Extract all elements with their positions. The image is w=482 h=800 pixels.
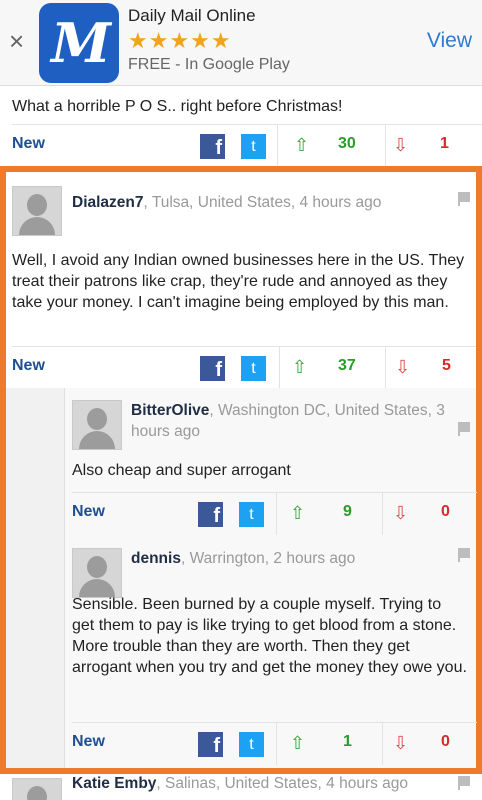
star-rating: ★★★★★: [128, 28, 232, 53]
username[interactable]: Dialazen7: [72, 194, 144, 211]
username[interactable]: dennis: [131, 550, 181, 567]
app-name: Daily Mail Online: [128, 6, 256, 25]
username[interactable]: BitterOlive: [131, 402, 209, 419]
downvote-count: 0: [441, 503, 450, 520]
twitter-icon[interactable]: t: [239, 502, 264, 527]
comment-text: What a horrible P O S.. right before Chr…: [12, 98, 343, 115]
downvote-icon[interactable]: ⇩: [395, 357, 410, 377]
comment-location-time: , Warrington, 2 hours ago: [180, 550, 356, 567]
replies-container: BitterOlive, Washington DC, United State…: [6, 388, 477, 768]
comment-location-time: , Tulsa, United States, 4 hours ago: [143, 194, 382, 211]
comment-meta: Dialazen7, Tulsa, United States, 4 hours…: [72, 192, 452, 213]
twitter-icon[interactable]: t: [241, 356, 266, 381]
app-logo: M: [39, 3, 119, 83]
comment-text: Also cheap and super arrogant: [72, 462, 291, 479]
divider: [382, 723, 383, 765]
app-logo-letter: M: [51, 11, 111, 75]
view-button[interactable]: View: [427, 29, 472, 53]
avatar: [12, 778, 62, 800]
facebook-icon[interactable]: f: [200, 134, 225, 159]
flag-icon[interactable]: [458, 192, 470, 206]
upvote-icon[interactable]: ⇧: [290, 733, 305, 753]
facebook-icon[interactable]: f: [198, 732, 223, 757]
comment-action-bar: New f t ⇧ 1 ⇩ 0: [72, 722, 477, 765]
next-comment: Katie Emby, Salinas, United States, 4 ho…: [0, 774, 482, 800]
new-button[interactable]: New: [72, 503, 105, 521]
upvote-count: 37: [338, 357, 356, 374]
comment-meta: BitterOlive, Washington DC, United State…: [131, 400, 451, 442]
upvote-icon[interactable]: ⇧: [292, 357, 307, 377]
comment-text: Sensible. Been burned by a couple myself…: [72, 596, 467, 676]
avatar: [72, 400, 122, 450]
highlighted-thread: Dialazen7, Tulsa, United States, 4 hours…: [0, 166, 482, 774]
close-icon[interactable]: ×: [9, 28, 24, 54]
divider: [277, 125, 278, 167]
comment-location-time: , Salinas, United States, 4 hours ago: [156, 775, 409, 792]
divider: [276, 723, 277, 765]
downvote-count: 0: [441, 733, 450, 750]
divider: [276, 493, 277, 535]
comment: Dialazen7, Tulsa, United States, 4 hours…: [6, 172, 476, 389]
comment-action-bar: New f t ⇧ 30 ⇩ 1: [12, 124, 482, 167]
downvote-count: 5: [442, 357, 451, 374]
app-install-banner: × M Daily Mail Online ★★★★★ FREE - In Go…: [0, 0, 482, 86]
upvote-icon[interactable]: ⇧: [290, 503, 305, 523]
comment-meta: Katie Emby, Salinas, United States, 4 ho…: [72, 774, 452, 794]
upvote-count: 9: [343, 503, 352, 520]
divider: [279, 347, 280, 389]
comment-action-bar: New f t ⇧ 37 ⇩ 5: [12, 346, 476, 389]
username[interactable]: Katie Emby: [72, 775, 156, 792]
comment-meta: dennis, Warrington, 2 hours ago: [131, 548, 451, 569]
comment-text: Well, I avoid any Indian owned businesse…: [12, 252, 465, 311]
previous-comment: What a horrible P O S.. right before Chr…: [0, 86, 482, 167]
downvote-icon[interactable]: ⇩: [393, 135, 408, 155]
facebook-icon[interactable]: f: [200, 356, 225, 381]
facebook-icon[interactable]: f: [198, 502, 223, 527]
store-text: FREE - In Google Play: [128, 56, 290, 73]
reply-comment: BitterOlive, Washington DC, United State…: [64, 388, 477, 536]
avatar: [12, 186, 62, 236]
new-button[interactable]: New: [12, 357, 45, 375]
twitter-icon[interactable]: t: [241, 134, 266, 159]
divider: [385, 125, 386, 167]
downvote-icon[interactable]: ⇩: [393, 733, 408, 753]
divider: [382, 493, 383, 535]
flag-icon[interactable]: [458, 422, 470, 436]
reply-comment: dennis, Warrington, 2 hours ago Sensible…: [64, 536, 477, 768]
divider: [385, 347, 386, 389]
twitter-icon[interactable]: t: [239, 732, 264, 757]
flag-icon[interactable]: [458, 776, 470, 790]
comment-action-bar: New f t ⇧ 9 ⇩ 0: [72, 492, 477, 535]
upvote-count: 30: [338, 135, 356, 152]
upvote-icon[interactable]: ⇧: [294, 135, 309, 155]
flag-icon[interactable]: [458, 548, 470, 562]
new-button[interactable]: New: [72, 733, 105, 751]
avatar: [72, 548, 122, 598]
new-button[interactable]: New: [12, 135, 45, 153]
upvote-count: 1: [343, 733, 352, 750]
downvote-icon[interactable]: ⇩: [393, 503, 408, 523]
downvote-count: 1: [440, 135, 449, 152]
